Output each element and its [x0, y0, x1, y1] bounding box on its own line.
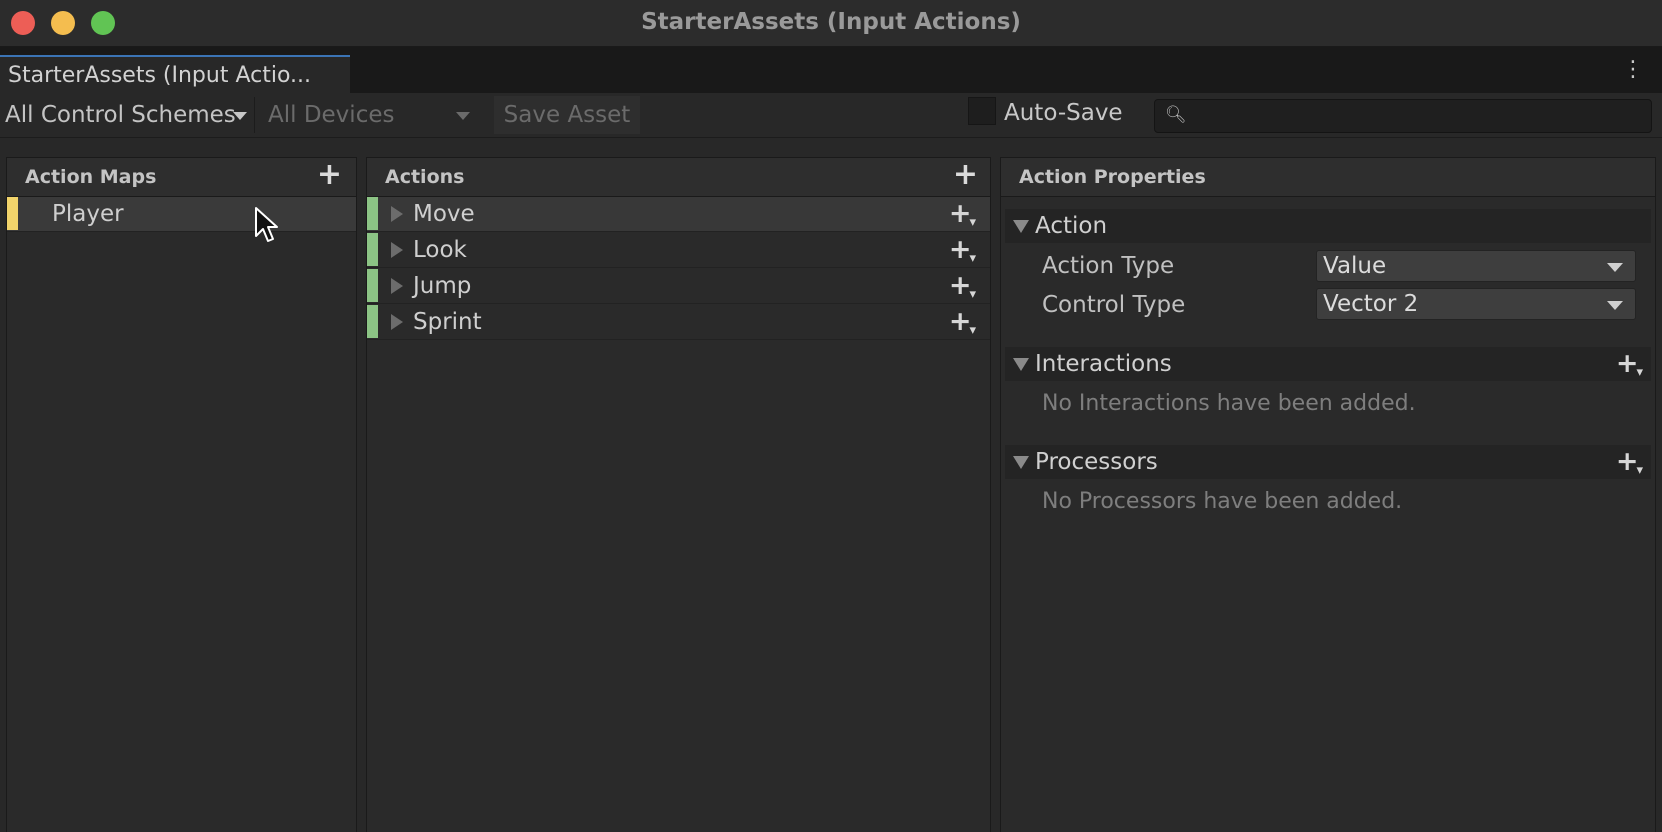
chevron-down-icon [1607, 301, 1623, 310]
kebab-menu-icon[interactable]: ⋮ [1622, 59, 1644, 81]
processors-section-header[interactable]: Processors +▾ [1005, 445, 1651, 479]
action-color-bar [367, 197, 378, 230]
toolbar-divider [254, 97, 255, 133]
action-row-move[interactable]: Move +▾ [367, 197, 990, 232]
add-binding-button[interactable]: +▾ [949, 305, 978, 344]
action-map-color-bar [7, 197, 18, 230]
add-binding-button[interactable]: +▾ [949, 233, 978, 272]
action-label: Sprint [413, 309, 482, 335]
control-type-dropdown[interactable]: Vector 2 [1316, 288, 1636, 320]
search-input[interactable]: 🔍︎ [1154, 99, 1652, 133]
expand-arrow-icon[interactable] [391, 206, 403, 222]
action-map-label: Player [52, 201, 124, 227]
action-maps-panel: Action Maps + Player [6, 157, 357, 832]
processors-empty-note: No Processors have been added. [1042, 489, 1403, 514]
expand-arrow-icon[interactable] [391, 314, 403, 330]
action-properties-title: Action Properties [1019, 166, 1206, 188]
control-schemes-dropdown[interactable]: All Control Schemes [5, 93, 247, 137]
toolbar: All Control Schemes All Devices Save Ass… [0, 93, 1662, 138]
action-color-bar [367, 305, 378, 338]
tab-bar: StarterAssets (Input Actio... ⋮ [0, 47, 1662, 93]
action-type-value: Value [1323, 253, 1387, 279]
action-color-bar [367, 269, 378, 302]
save-asset-button[interactable]: Save Asset [494, 96, 640, 134]
action-maps-header: Action Maps + [7, 158, 356, 197]
chevron-down-icon [456, 112, 470, 120]
add-binding-button[interactable]: +▾ [949, 197, 978, 236]
action-label: Move [413, 201, 475, 227]
action-color-bar [367, 233, 378, 266]
devices-dropdown[interactable]: All Devices [268, 93, 476, 137]
control-type-label: Control Type [1042, 292, 1186, 318]
action-row-look[interactable]: Look +▾ [367, 233, 990, 268]
chevron-down-icon [1607, 263, 1623, 272]
actions-panel: Actions + Move +▾ Look +▾ Jump +▾ Sprint… [366, 157, 991, 832]
action-row-jump[interactable]: Jump +▾ [367, 269, 990, 304]
add-binding-button[interactable]: +▾ [949, 269, 978, 308]
action-maps-title: Action Maps [25, 166, 157, 188]
action-type-label: Action Type [1042, 253, 1175, 279]
action-section-title: Action [1035, 213, 1108, 239]
add-interaction-button[interactable]: +▾ [1616, 347, 1645, 386]
interactions-empty-note: No Interactions have been added. [1042, 391, 1416, 416]
collapse-arrow-icon [1013, 220, 1029, 233]
title-bar: StarterAssets (Input Actions) [0, 0, 1662, 47]
interactions-title: Interactions [1035, 351, 1172, 377]
action-map-row-player[interactable]: Player [7, 197, 356, 232]
action-label: Look [413, 237, 467, 263]
window-title: StarterAssets (Input Actions) [641, 9, 1021, 35]
add-action-map-button[interactable]: + [317, 158, 342, 192]
add-action-button[interactable]: + [953, 158, 978, 192]
collapse-arrow-icon [1013, 456, 1029, 469]
auto-save-label: Auto-Save [1004, 100, 1123, 126]
processors-title: Processors [1035, 449, 1158, 475]
action-label: Jump [413, 273, 472, 299]
collapse-arrow-icon [1013, 358, 1029, 371]
devices-label: All Devices [268, 102, 395, 128]
control-schemes-label: All Control Schemes [5, 102, 236, 128]
mouse-cursor-icon [255, 207, 278, 242]
action-row-sprint[interactable]: Sprint +▾ [367, 305, 990, 340]
expand-arrow-icon[interactable] [391, 242, 403, 258]
tab-starter-assets[interactable]: StarterAssets (Input Actio... [0, 55, 350, 93]
interactions-section-header[interactable]: Interactions +▾ [1005, 347, 1651, 381]
action-section-header[interactable]: Action [1005, 209, 1651, 243]
action-properties-header: Action Properties [1001, 158, 1655, 197]
action-properties-panel: Action Properties Action Action Type Val… [1000, 157, 1656, 832]
auto-save-checkbox[interactable] [968, 97, 996, 125]
chevron-down-icon [233, 112, 247, 120]
add-processor-button[interactable]: +▾ [1616, 445, 1645, 484]
actions-title: Actions [385, 166, 465, 188]
actions-header: Actions + [367, 158, 990, 197]
expand-arrow-icon[interactable] [391, 278, 403, 294]
action-type-dropdown[interactable]: Value [1316, 250, 1636, 282]
search-icon: 🔍︎ [1165, 105, 1187, 125]
control-type-value: Vector 2 [1323, 291, 1419, 317]
